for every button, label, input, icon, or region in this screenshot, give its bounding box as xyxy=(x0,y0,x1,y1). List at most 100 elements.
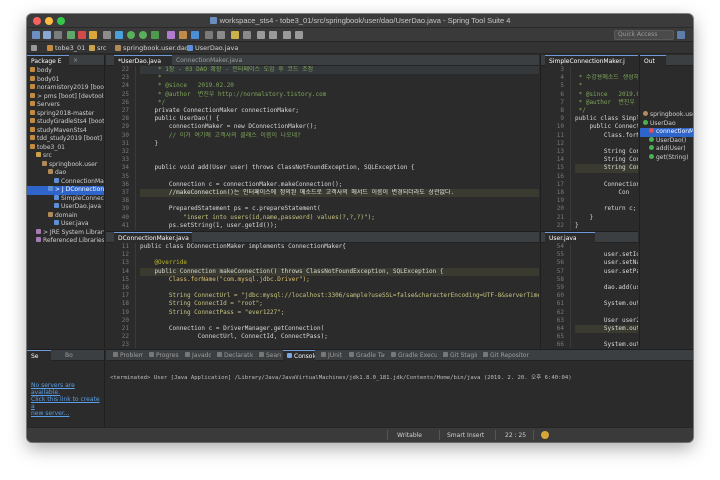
package-tree-item[interactable]: dao xyxy=(27,169,104,178)
tab-gradle-tasks[interactable]: Gradle Tasks xyxy=(345,350,385,361)
package-tree-item[interactable]: body xyxy=(27,67,104,76)
outline-item[interactable]: UserDao xyxy=(640,119,693,129)
tab-git-repositories[interactable]: Git Repositories xyxy=(479,350,529,361)
package-tree-item[interactable]: ConnectionMa xyxy=(27,177,104,187)
tab-connectionmaker[interactable]: ConnectionMaker.java xyxy=(172,55,256,66)
package-tree-item[interactable]: domain xyxy=(27,211,104,221)
new-icon[interactable] xyxy=(32,31,40,39)
previous-annotation-icon[interactable] xyxy=(269,31,277,39)
code-area[interactable]: 22 23 24 25 26 27 28 29 30 31 32 33 34 35 36 37 38 39 40 41… xyxy=(106,66,539,230)
package-tree-item[interactable]: > J DConnectionM xyxy=(27,186,104,195)
run-last-icon[interactable] xyxy=(139,31,147,39)
outline-item[interactable]: springbook.user xyxy=(640,111,693,120)
search-icon[interactable] xyxy=(217,31,225,39)
code-line: * xyxy=(575,82,583,90)
tab-search[interactable]: Search xyxy=(255,350,281,361)
code-line: * xyxy=(140,74,162,82)
tab-boot-dashboard[interactable]: Bo xyxy=(61,350,83,361)
spring-refresh-icon[interactable] xyxy=(541,431,549,439)
java-file-icon xyxy=(187,45,193,51)
breadcrumb-src[interactable]: src xyxy=(89,44,107,52)
next-annotation-icon[interactable] xyxy=(257,31,265,39)
save-all-icon[interactable] xyxy=(54,31,62,39)
package-tree-item[interactable]: > JRE System Library [Java xyxy=(27,228,104,238)
outline-item[interactable]: add(User) xyxy=(640,145,693,154)
code-line: Connection xyxy=(575,180,638,188)
breadcrumb-project[interactable]: tobe3_01 xyxy=(47,44,85,52)
code-line: public Connection xyxy=(589,123,638,131)
forward-icon[interactable] xyxy=(295,31,303,39)
line-number: 39 xyxy=(121,205,129,213)
code-line: Class.forNa xyxy=(575,131,638,139)
package-tree-item[interactable]: User.java xyxy=(27,220,104,229)
coverage-icon[interactable] xyxy=(115,31,123,39)
run-icon[interactable] xyxy=(127,31,135,39)
tab-problems[interactable]: Problems xyxy=(109,350,143,361)
tab-package-explorer[interactable]: Package E xyxy=(27,55,69,66)
package-tree-item[interactable]: noramistory2019 [boot] xyxy=(27,84,104,93)
tab-declaration[interactable]: Declaration xyxy=(213,350,253,361)
package-tree-item[interactable]: spring2018-master xyxy=(27,109,104,119)
package-tree-item[interactable]: studyGradleSts4 [boot] xyxy=(27,118,104,127)
package-tree-item[interactable]: > pms [boot] [devtools] [pms xyxy=(27,92,104,102)
breadcrumb-package[interactable]: springbook.user.dao xyxy=(115,44,189,52)
code-area[interactable]: 111213141516171819202122232425 public cl… xyxy=(106,243,539,348)
save-icon[interactable] xyxy=(43,31,51,39)
tab-userdao[interactable]: *UserDao.java xyxy=(114,55,172,66)
code-area[interactable]: 3 4 5 6 7 8 9 10 11 12 13 14 15 16 17 18 19 20 21 22 * 수강용메… xyxy=(541,66,638,230)
build-icon[interactable] xyxy=(89,31,97,39)
tab-progress[interactable]: Progress xyxy=(145,350,179,361)
outline-item[interactable]: connectionM xyxy=(640,128,693,137)
skip-breakpoints-icon[interactable] xyxy=(103,31,111,39)
tab-servers[interactable]: Se xyxy=(27,350,51,361)
breadcrumb-nav-icon[interactable] xyxy=(31,44,39,52)
tab-console[interactable]: Console xyxy=(283,350,315,361)
line-number: 19 xyxy=(121,308,129,316)
outline-item[interactable]: UserDao() xyxy=(640,136,693,146)
tab-outline[interactable]: Out xyxy=(640,55,666,66)
line-number: 15 xyxy=(556,164,564,172)
create-server-link[interactable]: No servers are available. Click this lin… xyxy=(31,382,104,417)
open-type-icon[interactable] xyxy=(205,31,213,39)
package-tree-item[interactable]: studyMavenSts4 xyxy=(27,126,104,136)
package-tree-item[interactable]: springbook.user xyxy=(27,160,104,170)
code-line: public class DConnectionMaker implements… xyxy=(140,243,346,250)
tab-user[interactable]: User.java xyxy=(545,232,595,243)
code-line: String ConnectUrl = "jdbc:mysql://localh… xyxy=(140,292,539,300)
package-tree-item[interactable]: tobe3_01 xyxy=(27,143,104,153)
new-java-project-icon[interactable] xyxy=(167,31,175,39)
debug-icon[interactable] xyxy=(67,31,75,39)
stop-icon[interactable] xyxy=(78,31,86,39)
package-tree-item[interactable]: src xyxy=(27,152,104,161)
package-tree-item[interactable]: SimpleConnect xyxy=(27,194,104,204)
package-tree-item[interactable]: body01 xyxy=(27,75,104,85)
tab-javadoc[interactable]: Javadoc xyxy=(181,350,211,361)
close-tab-icon[interactable]: × xyxy=(73,57,78,64)
package-tree-item[interactable]: UserDao.java xyxy=(27,203,104,212)
package-tree-item[interactable]: Referenced Libraries xyxy=(27,237,104,246)
tab-git-staging[interactable]: Git Staging xyxy=(439,350,477,361)
package-tree-item[interactable]: tdd_study2019 [boot] xyxy=(27,135,104,144)
breadcrumb-file[interactable]: UserDao.java xyxy=(187,44,238,52)
package-tree-item[interactable]: Servers xyxy=(27,101,104,110)
spring-boot-icon[interactable] xyxy=(151,31,159,39)
quick-access-input[interactable]: Quick Access xyxy=(614,30,674,40)
new-package-icon[interactable] xyxy=(179,31,187,39)
java-perspective-icon[interactable] xyxy=(677,31,685,39)
mark-occurrences-icon[interactable] xyxy=(231,31,239,39)
code-area[interactable]: 545556575859606162636465666768 user.setI… xyxy=(541,243,638,348)
outline-item[interactable]: get(String) xyxy=(640,153,693,163)
new-class-icon[interactable] xyxy=(191,31,199,39)
code-line: */ xyxy=(575,107,586,114)
code-line: private ConnectionMaker connectionMaker; xyxy=(140,107,299,114)
tab-junit[interactable]: JUnit xyxy=(317,350,343,361)
code-line: System.out. xyxy=(575,300,638,308)
back-icon[interactable] xyxy=(283,31,291,39)
tab-dconnectionmaker[interactable]: DConnectionMaker.java xyxy=(114,232,192,243)
tab-simpleconnectionmaker[interactable]: SimpleConnectionMaker.j xyxy=(545,55,638,66)
toggle-block-icon[interactable] xyxy=(243,31,251,39)
tab-gradle-executions[interactable]: Gradle Executions xyxy=(387,350,437,361)
outline-tree: springbook.userUserDaoconnectionMUserDao… xyxy=(640,111,693,348)
